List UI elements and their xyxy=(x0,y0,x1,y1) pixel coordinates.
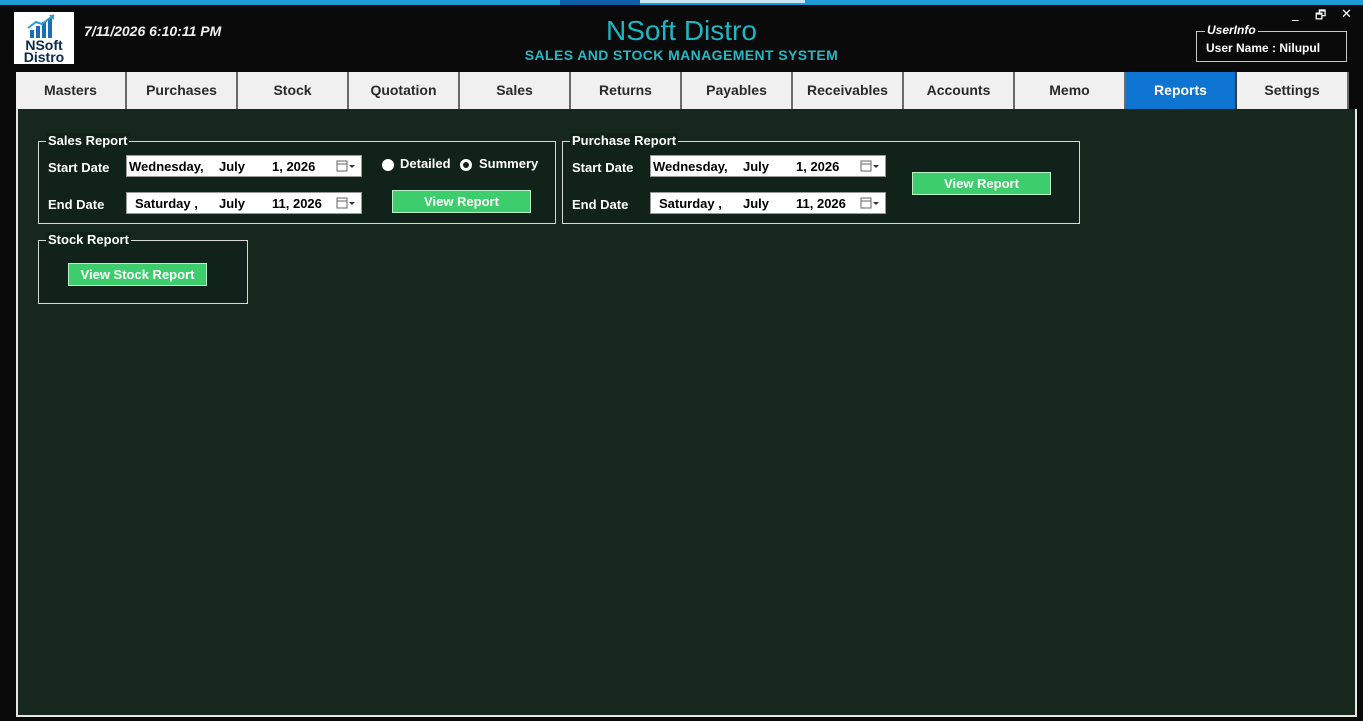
calendar-icon[interactable] xyxy=(335,158,357,174)
calendar-icon[interactable] xyxy=(859,195,881,211)
title-bar-accent-segment xyxy=(560,0,640,5)
tab-receivables[interactable]: Receivables xyxy=(793,72,904,109)
sales-end-date-label: End Date xyxy=(48,197,105,212)
purchase-end-month: July xyxy=(743,196,770,211)
summery-radio[interactable] xyxy=(460,159,472,171)
purchase-view-report-button[interactable]: View Report xyxy=(912,172,1051,195)
restore-icon[interactable]: 🗗 xyxy=(1315,7,1326,23)
tab-settings[interactable]: Settings xyxy=(1237,72,1349,109)
tab-returns[interactable]: Returns xyxy=(571,72,682,109)
app-title: NSoft Distro xyxy=(606,15,757,46)
reports-panel: Sales Report Start Date Wednesday, July … xyxy=(16,109,1357,717)
tab-accounts[interactable]: Accounts xyxy=(904,72,1015,109)
sales-end-day: Saturday , xyxy=(135,196,198,211)
sales-start-date-picker[interactable]: Wednesday, July 1, 2026 xyxy=(126,155,362,177)
sales-report-group: Sales Report Start Date Wednesday, July … xyxy=(38,133,556,224)
tab-reports[interactable]: Reports xyxy=(1126,72,1237,109)
purchase-end-date-label: End Date xyxy=(572,197,629,212)
minimize-icon[interactable]: _ xyxy=(1292,7,1299,23)
app-subtitle: SALES AND STOCK MANAGEMENT SYSTEM xyxy=(524,47,839,63)
tab-purchases[interactable]: Purchases xyxy=(127,72,238,109)
tab-memo[interactable]: Memo xyxy=(1015,72,1126,109)
title-bar-accent xyxy=(0,0,1363,5)
purchase-end-day: Saturday , xyxy=(659,196,722,211)
tab-payables[interactable]: Payables xyxy=(682,72,793,109)
purchase-start-day: Wednesday, xyxy=(653,159,728,174)
purchase-start-date: 1, 2026 xyxy=(796,159,840,174)
title-bar-accent-highlight xyxy=(640,0,805,3)
tab-masters[interactable]: Masters xyxy=(16,72,127,109)
purchase-start-date-picker[interactable]: Wednesday, July 1, 2026 xyxy=(650,155,886,177)
sales-end-date-picker[interactable]: Saturday , July 11, 2026 xyxy=(126,192,362,214)
purchase-report-title: Purchase Report xyxy=(570,133,679,149)
sales-end-month: July xyxy=(219,196,246,211)
sales-start-date-label: Start Date xyxy=(48,160,110,175)
userinfo-legend: UserInfo xyxy=(1205,23,1258,37)
stock-report-group: Stock Report View Stock Report xyxy=(38,232,248,304)
sales-start-date: 1, 2026 xyxy=(272,159,316,174)
close-icon[interactable]: ✕ xyxy=(1341,7,1352,23)
purchase-start-month: July xyxy=(743,159,770,174)
purchase-end-date: 11, 2026 xyxy=(796,196,846,211)
summery-radio-label[interactable]: Summery xyxy=(479,156,538,171)
detailed-radio-label[interactable]: Detailed xyxy=(400,156,451,171)
purchase-end-date-picker[interactable]: Saturday , July 11, 2026 xyxy=(650,192,886,214)
user-name-label: User Name : Nilupul xyxy=(1206,41,1321,55)
tab-stock[interactable]: Stock xyxy=(238,72,349,109)
userinfo-box: UserInfo User Name : Nilupul xyxy=(1196,23,1347,62)
stock-report-title: Stock Report xyxy=(46,232,131,248)
sales-report-title: Sales Report xyxy=(46,133,130,149)
sales-start-day: Wednesday, xyxy=(129,159,204,174)
calendar-icon[interactable] xyxy=(859,158,881,174)
sales-start-month: July xyxy=(219,159,246,174)
main-tab-bar: Masters Purchases Stock Quotation Sales … xyxy=(16,72,1363,109)
purchase-report-group: Purchase Report Start Date Wednesday, Ju… xyxy=(562,133,1080,224)
sales-end-date: 11, 2026 xyxy=(272,196,322,211)
detailed-radio[interactable] xyxy=(382,159,394,171)
sales-view-report-button[interactable]: View Report xyxy=(392,190,531,213)
view-stock-report-button[interactable]: View Stock Report xyxy=(68,263,207,286)
calendar-icon[interactable] xyxy=(335,195,357,211)
purchase-start-date-label: Start Date xyxy=(572,160,634,175)
tab-sales[interactable]: Sales xyxy=(460,72,571,109)
tab-quotation[interactable]: Quotation xyxy=(349,72,460,109)
